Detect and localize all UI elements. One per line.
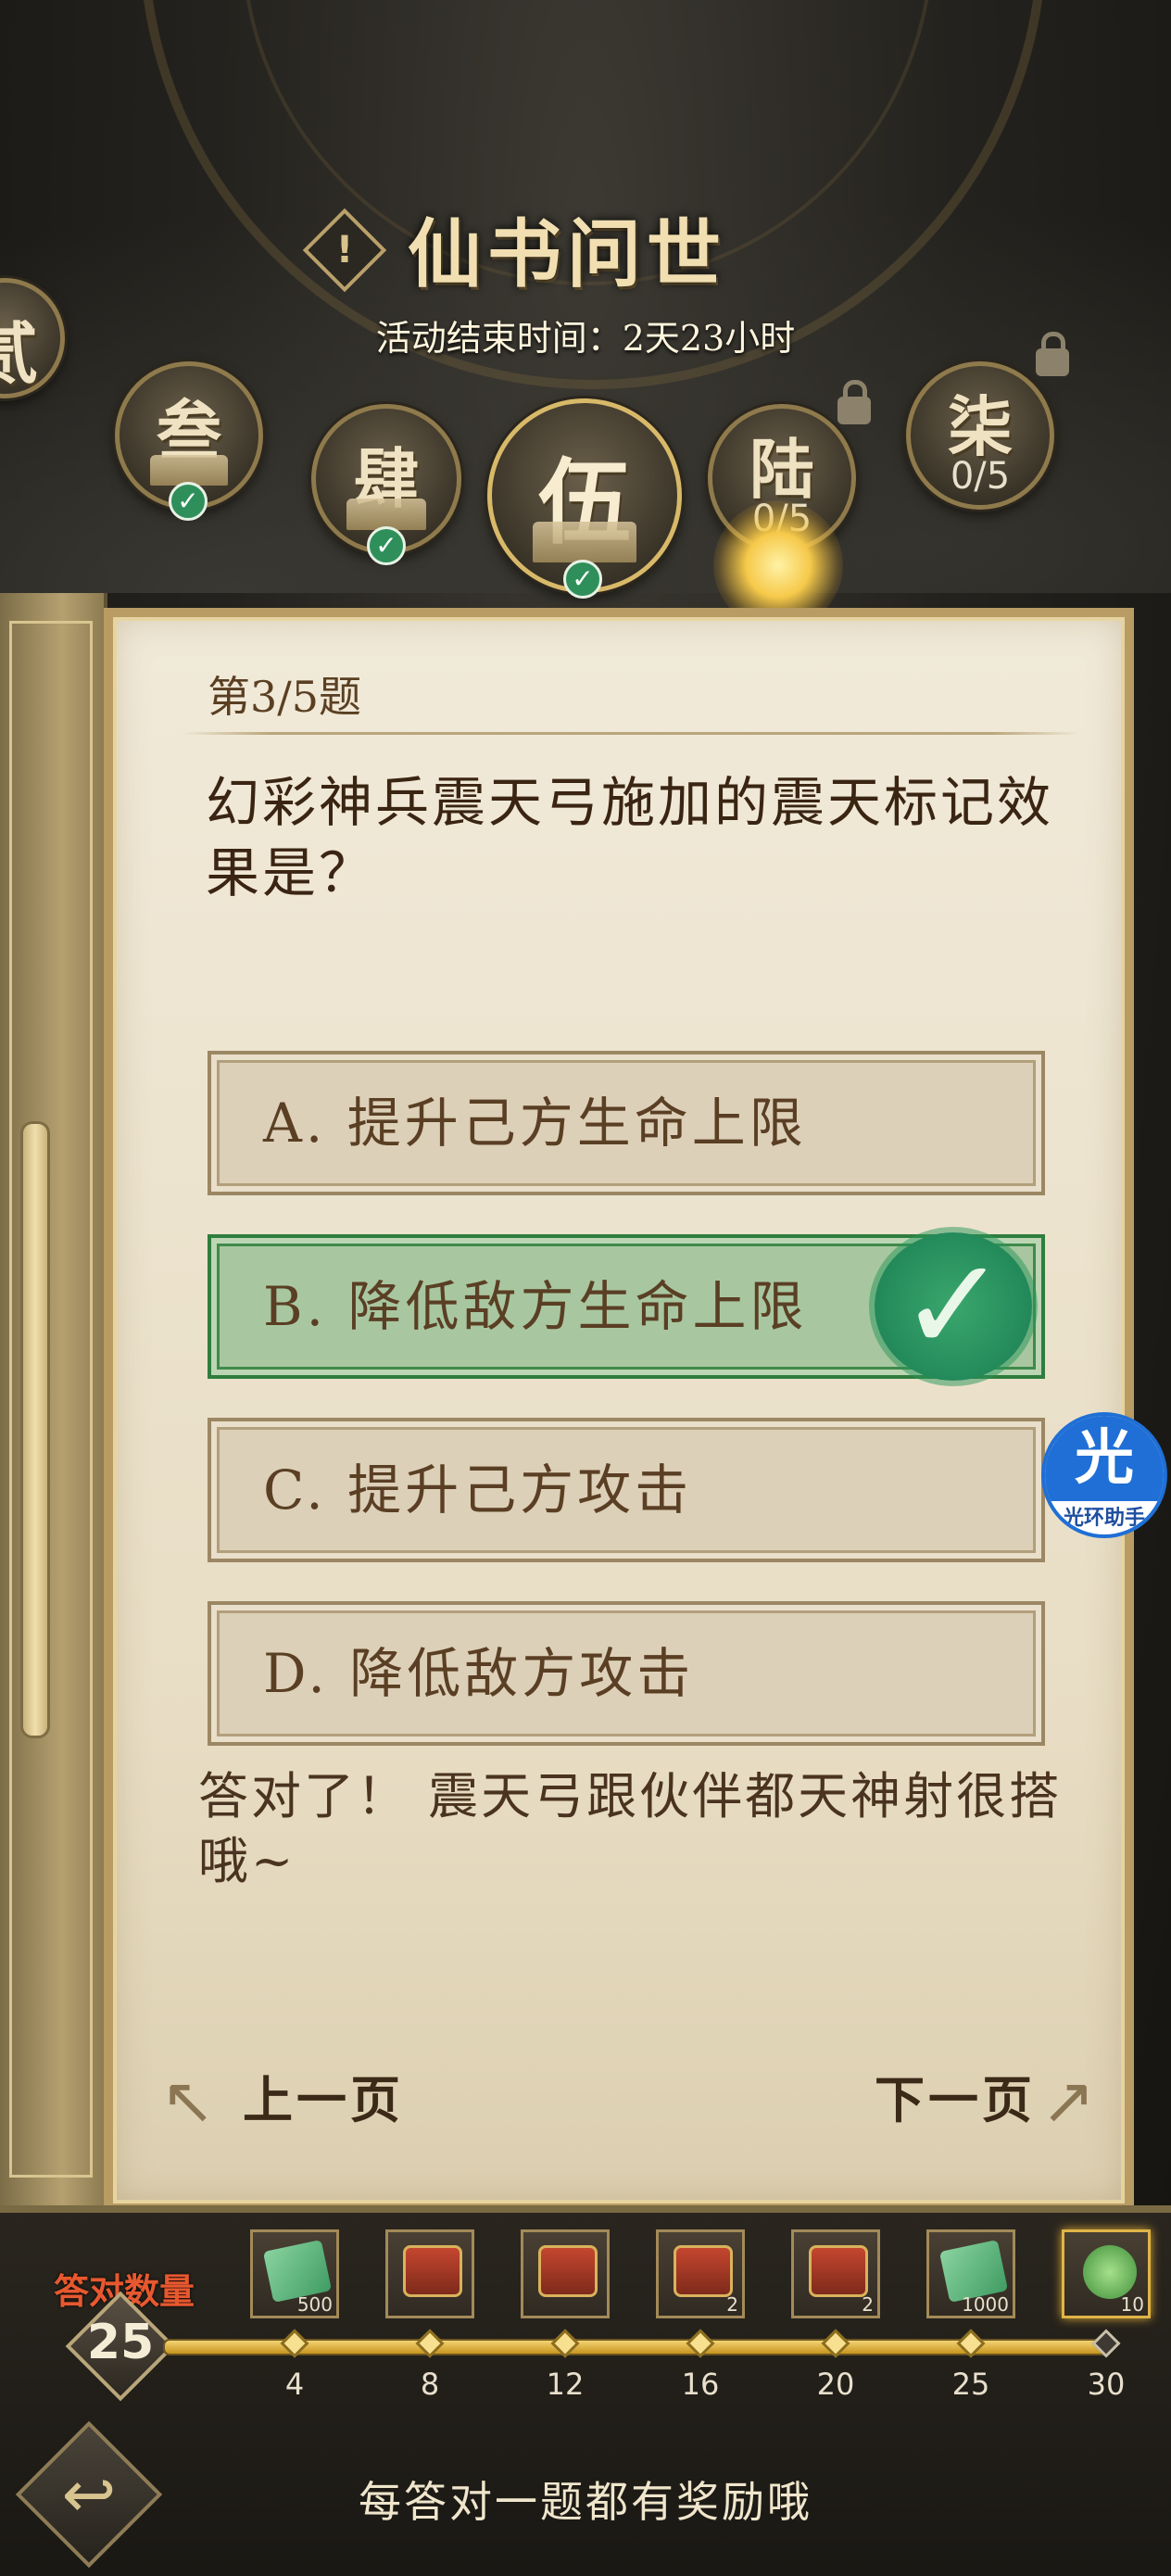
assistant-name: 光环助手: [1063, 1507, 1145, 1530]
prev-arrow-icon[interactable]: ↖: [156, 2068, 220, 2133]
option-c[interactable]: C. 提升己方攻击: [208, 1418, 1045, 1562]
chapter-3-check-icon: ✓: [169, 482, 208, 521]
chest-icon: [809, 2245, 868, 2297]
assistant-glyph: 光: [1045, 1416, 1164, 1501]
milestone-label: 8: [420, 2367, 440, 2402]
scrollbar[interactable]: [20, 1121, 50, 1738]
milestone-label: 20: [816, 2367, 855, 2402]
chapter-4-check-icon: ✓: [367, 526, 406, 565]
chapter-2-label: 贰: [0, 314, 38, 393]
milestone-label: 4: [284, 2367, 305, 2402]
reward-qty: 1000: [962, 2293, 1009, 2316]
divider: [182, 732, 1080, 735]
reward-qty: 2: [726, 2293, 738, 2316]
chest-icon: [674, 2245, 733, 2297]
option-a[interactable]: A. 提升己方生命上限: [208, 1051, 1045, 1195]
option-d[interactable]: D. 降低敌方攻击: [208, 1601, 1045, 1746]
event-timer: 活动结束时间：2天23小时: [375, 318, 796, 359]
chest-icon: [538, 2245, 598, 2297]
answer-feedback: 答对了！ 震天弓跟伙伴都天神射很搭哦~: [198, 1767, 1063, 1890]
reward-slot-5[interactable]: 2: [791, 2229, 880, 2318]
chapter-7-lock-icon: [1036, 332, 1069, 376]
chest-icon: [403, 2245, 462, 2297]
side-panel: [0, 593, 107, 2205]
reward-slot-2[interactable]: [385, 2229, 474, 2318]
book-icon: [533, 522, 636, 562]
milestone-label: 16: [681, 2367, 720, 2402]
assistant-float-button[interactable]: 光 光环助手: [1041, 1412, 1167, 1538]
reward-qty: 10: [1120, 2293, 1144, 2316]
book-icon: [346, 499, 426, 530]
chapter-6-lock-icon: [837, 380, 871, 424]
correct-count-value: 25: [86, 2315, 155, 2370]
info-icon-glyph: !: [335, 229, 354, 271]
next-arrow-icon[interactable]: ↗: [1036, 2068, 1101, 2133]
chapter-7-medallion[interactable]: 柒 0/5: [906, 361, 1054, 510]
next-page-button[interactable]: 下一页: [875, 2059, 1036, 2132]
reward-slot-3[interactable]: [521, 2229, 610, 2318]
reward-slot-7[interactable]: 10: [1062, 2229, 1151, 2318]
chapter-7-progress: 0/5: [950, 455, 1011, 498]
footer-hint: 每答对一题都有奖励哦: [359, 2477, 812, 2527]
question-number: 第3/5题: [208, 672, 362, 722]
reward-slot-1[interactable]: 500: [250, 2229, 339, 2318]
event-title: 仙书问世: [408, 210, 726, 297]
reward-slot-4[interactable]: 2: [656, 2229, 745, 2318]
question-text: 幻彩神兵震天弓施加的震天标记效果是？: [206, 771, 1054, 904]
milestone-label: 30: [1087, 2367, 1126, 2402]
jade-icon: [1083, 2245, 1137, 2299]
reward-slot-6[interactable]: 1000: [926, 2229, 1015, 2318]
prev-page-button[interactable]: 上一页: [243, 2059, 404, 2132]
reward-qty: 500: [296, 2293, 333, 2316]
milestone-label: 25: [951, 2367, 990, 2402]
reward-qty: 2: [862, 2293, 874, 2316]
correct-check-icon: ✓: [875, 1232, 1032, 1381]
bottom-divider: [0, 2205, 1171, 2213]
chapter-5-check-icon: ✓: [563, 560, 602, 599]
milestone-label: 12: [546, 2367, 585, 2402]
